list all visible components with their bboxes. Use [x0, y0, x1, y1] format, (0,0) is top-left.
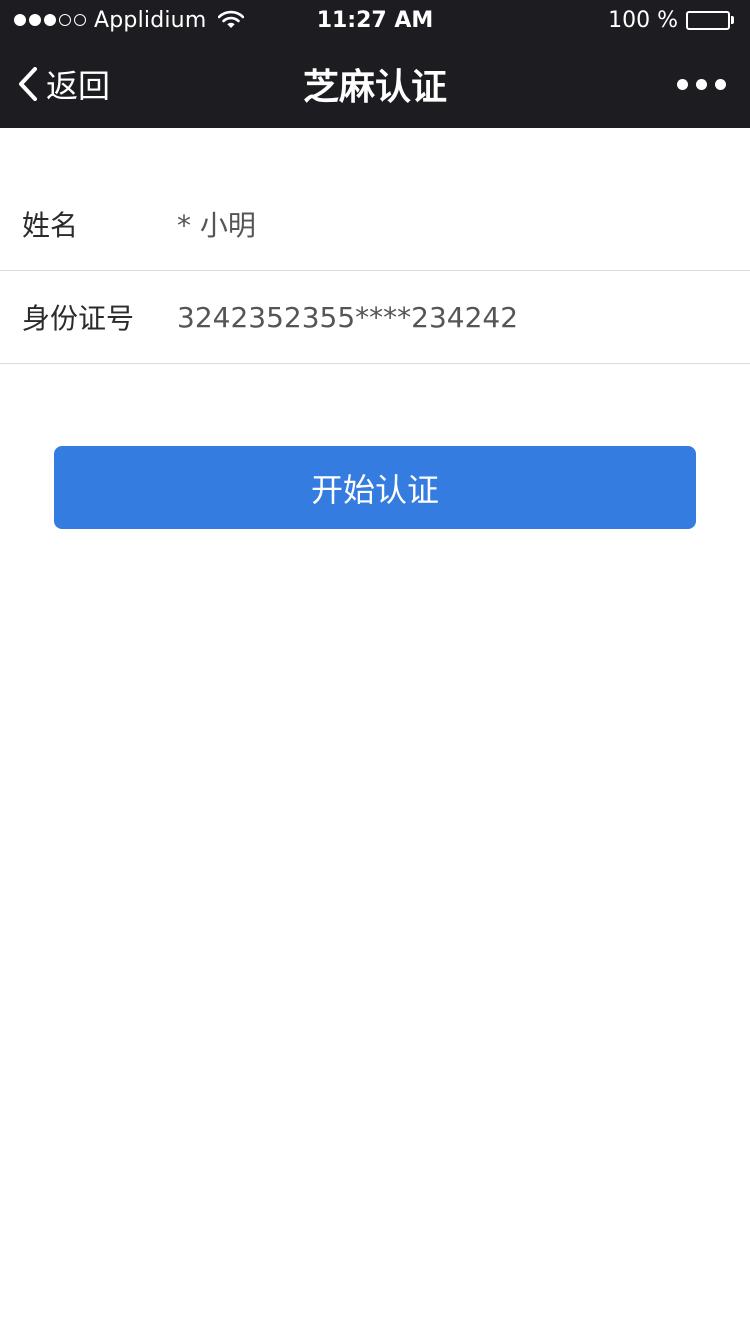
signal-dot [59, 14, 71, 26]
battery-body [686, 10, 730, 30]
navigation-bar: 返回 芝麻认证 [0, 40, 750, 128]
battery-percentage: 100 % [608, 7, 678, 33]
more-dots-icon [715, 78, 726, 90]
more-dots-icon [696, 78, 707, 90]
wifi-icon [218, 10, 245, 30]
back-button[interactable]: 返回 [18, 40, 110, 128]
name-row: 姓名 * 小明 [0, 178, 750, 271]
page-title: 芝麻认证 [302, 67, 447, 108]
start-verification-button[interactable]: 开始认证 [54, 446, 696, 529]
signal-dot [44, 14, 56, 26]
battery-icon [686, 10, 734, 30]
status-left: Applidium [14, 0, 245, 40]
id-number-value: 3242352355****234242 [177, 300, 519, 334]
signal-dot [29, 14, 41, 26]
name-label: 姓名 [22, 209, 79, 242]
back-label: 返回 [46, 67, 111, 105]
carrier-name: Applidium [94, 7, 207, 33]
name-value: * 小明 [177, 209, 256, 242]
signal-strength-icon [14, 14, 86, 26]
signal-dot [74, 14, 86, 26]
more-options-button[interactable] [677, 40, 726, 128]
identity-form: 姓名 * 小明 身份证号 3242352355****234242 [0, 178, 750, 364]
chevron-left-icon [18, 67, 38, 101]
zhima-auth-screen: Applidium 11:27 AM 100 % 返回 芝麻认证 姓名 * 小明… [0, 0, 750, 1334]
id-number-row: 身份证号 3242352355****234242 [0, 271, 750, 364]
more-dots-icon [677, 78, 688, 90]
signal-dot [14, 14, 26, 26]
status-right: 100 % [608, 0, 734, 40]
status-bar: Applidium 11:27 AM 100 % [0, 0, 750, 40]
id-number-label: 身份证号 [22, 302, 135, 335]
battery-tip [731, 16, 734, 24]
